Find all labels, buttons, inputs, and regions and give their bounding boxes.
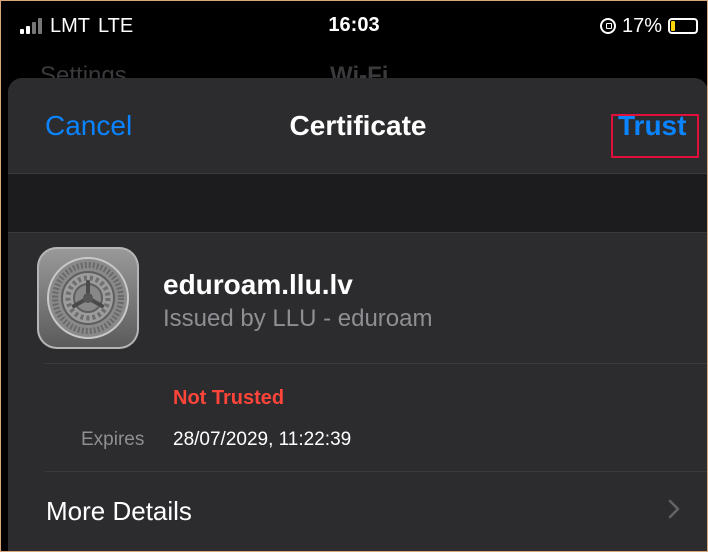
certificate-name: eduroam.llu.lv xyxy=(163,269,353,300)
section-spacer xyxy=(8,173,708,233)
trust-highlight-box xyxy=(611,114,699,158)
certificate-card: eduroam.llu.lv Issued by LLU - eduroam N… xyxy=(8,233,708,552)
chevron-right-icon xyxy=(668,499,680,519)
battery-icon xyxy=(668,18,698,34)
expires-value: 28/07/2029, 11:22:39 xyxy=(173,429,352,450)
more-details-row[interactable]: More Details xyxy=(8,472,708,552)
status-bar: LMT LTE 16:03 17% xyxy=(0,0,708,52)
sheet-nav-bar: Certificate Cancel Trust xyxy=(8,78,708,173)
certificate-issuer: Issued by LLU - eduroam xyxy=(163,305,433,332)
expires-label: Expires xyxy=(81,429,145,450)
trust-status: Not Trusted xyxy=(173,387,285,409)
cancel-button[interactable]: Cancel xyxy=(45,110,132,142)
divider xyxy=(45,363,708,364)
battery-percent: 17% xyxy=(621,14,662,37)
settings-gear-icon xyxy=(37,247,139,349)
status-right: 17% xyxy=(599,14,698,38)
rotation-lock-icon xyxy=(599,18,616,34)
more-details-label: More Details xyxy=(46,496,192,526)
certificate-sheet: Certificate Cancel Trust eduroam.llu.lv xyxy=(8,78,708,552)
